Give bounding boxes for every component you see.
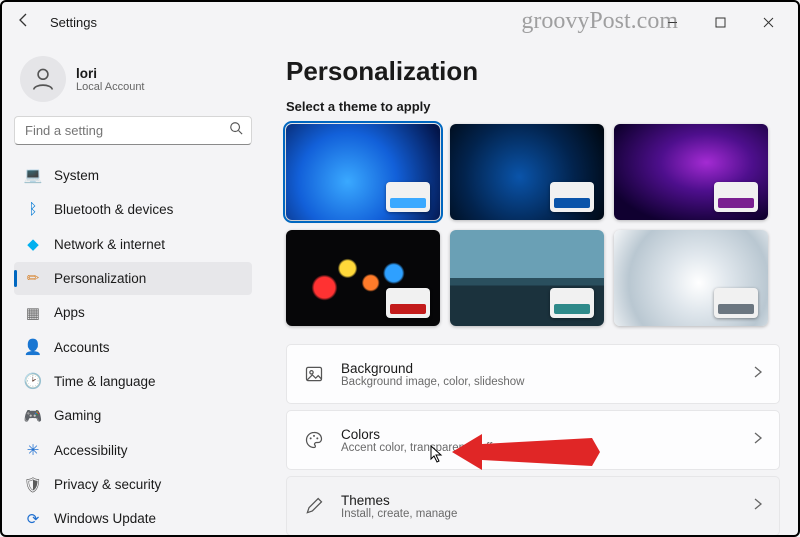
search-box[interactable] — [14, 116, 252, 145]
chevron-right-icon — [753, 365, 763, 383]
theme-thumbnail-3[interactable] — [614, 124, 768, 220]
theme-thumbnail-4[interactable] — [286, 230, 440, 326]
image-icon — [303, 363, 325, 385]
theme-accent-preview — [714, 288, 758, 318]
theme-thumbnail-5[interactable] — [450, 230, 604, 326]
theme-accent-preview — [714, 182, 758, 212]
sidebar-item-network-internet[interactable]: ◆ Network & internet — [14, 228, 252, 260]
sidebar-item-windows-update[interactable]: ⟳ Windows Update — [14, 503, 252, 535]
settings-list: BackgroundBackground image, color, slide… — [286, 344, 780, 535]
nav-icon: 🎮 — [24, 407, 42, 425]
nav-icon: ▦ — [24, 304, 42, 322]
sidebar-item-label: Accessibility — [54, 443, 128, 458]
nav-icon: 👤 — [24, 338, 42, 356]
sidebar-item-time-language[interactable]: 🕑 Time & language — [14, 365, 252, 397]
search-icon — [229, 121, 243, 140]
card-subtitle: Install, create, manage — [341, 508, 457, 520]
sidebar-item-label: System — [54, 168, 99, 183]
chevron-right-icon — [753, 431, 763, 449]
theme-thumbnail-6[interactable] — [614, 230, 768, 326]
close-button[interactable] — [746, 8, 790, 36]
avatar — [20, 56, 66, 102]
sidebar-item-label: Gaming — [54, 408, 101, 423]
theme-section-header: Select a theme to apply — [286, 99, 780, 114]
window-title: Settings — [50, 15, 97, 30]
settings-card-colors[interactable]: ColorsAccent color, transparency effects… — [286, 410, 780, 470]
back-button[interactable] — [10, 12, 38, 33]
card-title: Colors — [341, 427, 580, 442]
sidebar-item-label: Privacy & security — [54, 477, 161, 492]
nav-icon: ◆ — [24, 235, 42, 253]
sidebar-item-label: Accounts — [54, 340, 110, 355]
main-content: Personalization Select a theme to apply … — [264, 42, 798, 535]
sidebar-item-label: Apps — [54, 305, 85, 320]
theme-thumbnail-2[interactable] — [450, 124, 604, 220]
sidebar-item-accounts[interactable]: 👤 Accounts — [14, 331, 252, 363]
card-subtitle: Background image, color, slideshow — [341, 376, 524, 388]
nav-icon: ⟳ — [24, 510, 42, 528]
card-title: Themes — [341, 493, 457, 508]
nav-icon: 🛡 — [24, 476, 42, 494]
theme-accent-preview — [550, 182, 594, 212]
nav-icon: ✏ — [24, 269, 42, 287]
account-block[interactable]: lori Local Account — [14, 50, 252, 116]
sidebar: lori Local Account 💻 System ᛒ Bluetooth & d… — [2, 42, 264, 535]
sidebar-item-label: Bluetooth & devices — [54, 202, 173, 217]
search-input[interactable] — [23, 122, 229, 139]
sidebar-item-label: Personalization — [54, 271, 146, 286]
theme-accent-preview — [386, 182, 430, 212]
nav-icon: ✳ — [24, 441, 42, 459]
theme-accent-preview — [550, 288, 594, 318]
account-type: Local Account — [76, 81, 145, 93]
theme-grid — [286, 124, 776, 326]
palette-icon — [303, 429, 325, 451]
card-subtitle: Accent color, transparency effects, colo… — [341, 442, 580, 454]
sidebar-item-bluetooth-devices[interactable]: ᛒ Bluetooth & devices — [14, 193, 252, 225]
titlebar: Settings — [2, 2, 798, 42]
sidebar-item-personalization[interactable]: ✏ Personalization — [14, 262, 252, 294]
sidebar-item-privacy-security[interactable]: 🛡 Privacy & security — [14, 468, 252, 500]
sidebar-item-label: Network & internet — [54, 237, 165, 252]
settings-card-themes[interactable]: ThemesInstall, create, manage — [286, 476, 780, 535]
sidebar-item-accessibility[interactable]: ✳ Accessibility — [14, 434, 252, 466]
theme-accent-preview — [386, 288, 430, 318]
settings-card-background[interactable]: BackgroundBackground image, color, slide… — [286, 344, 780, 404]
sidebar-item-label: Time & language — [54, 374, 156, 389]
sidebar-item-gaming[interactable]: 🎮 Gaming — [14, 400, 252, 432]
card-title: Background — [341, 361, 524, 376]
watermark: groovyPost.com — [521, 8, 678, 35]
sidebar-item-label: Windows Update — [54, 511, 156, 526]
pen-icon — [303, 495, 325, 517]
nav-icon: 💻 — [24, 166, 42, 184]
account-name: lori — [76, 66, 145, 81]
theme-thumbnail-1[interactable] — [286, 124, 440, 220]
maximize-button[interactable] — [698, 8, 742, 36]
sidebar-item-system[interactable]: 💻 System — [14, 159, 252, 191]
nav-icon: ᛒ — [24, 201, 42, 219]
page-title: Personalization — [286, 56, 780, 87]
sidebar-item-apps[interactable]: ▦ Apps — [14, 297, 252, 329]
chevron-right-icon — [753, 497, 763, 515]
nav-icon: 🕑 — [24, 372, 42, 390]
